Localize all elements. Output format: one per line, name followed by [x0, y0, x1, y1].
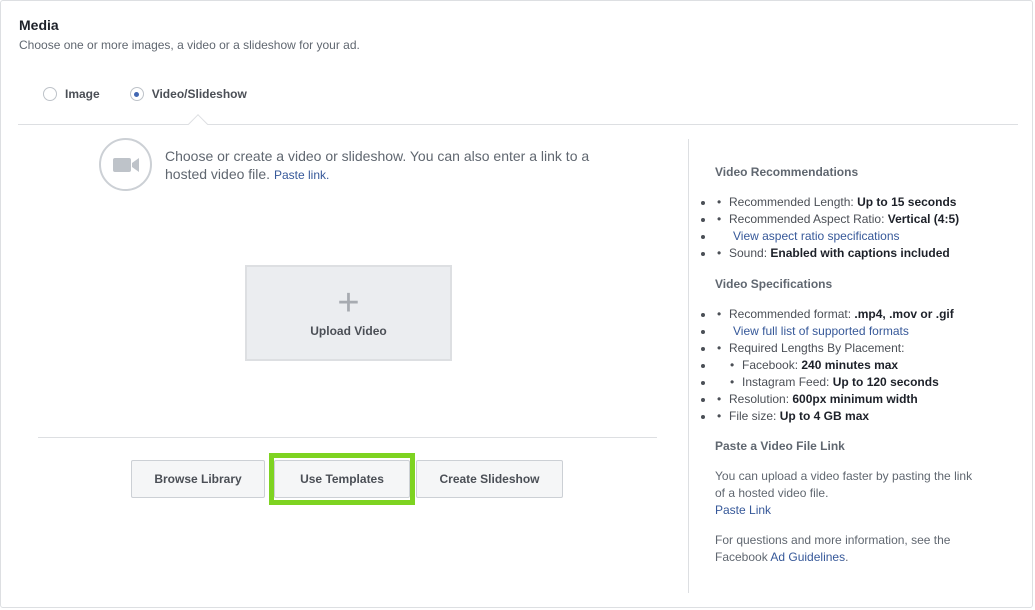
- browse-library-button[interactable]: Browse Library: [131, 460, 265, 498]
- specifications-list: Recommended format: .mp4, .mov or .gif V…: [715, 306, 954, 425]
- aspect-ratio-link[interactable]: View aspect ratio specifications: [733, 229, 900, 243]
- intro-text: Choose or create a video or slideshow. Y…: [165, 148, 590, 182]
- tab-pointer: [188, 114, 208, 134]
- radio-option-video-slideshow[interactable]: Video/Slideshow: [129, 87, 247, 101]
- radio-video-slideshow[interactable]: [129, 87, 144, 101]
- video-camera-icon: [99, 138, 152, 191]
- radio-image[interactable]: [43, 87, 57, 101]
- video-specifications-heading: Video Specifications: [715, 277, 833, 291]
- upload-video-button[interactable]: + Upload Video: [245, 265, 452, 361]
- list-item: Recommended Aspect Ratio: Vertical (4:5): [715, 211, 959, 228]
- list-item: Sound: Enabled with captions included: [715, 245, 959, 262]
- formats-link-item: View full list of supported formats: [715, 323, 954, 340]
- upload-video-label: Upload Video: [310, 324, 387, 338]
- video-intro: Choose or create a video or slideshow. Y…: [165, 147, 595, 184]
- list-item: Recommended Length: Up to 15 seconds: [715, 194, 959, 211]
- sidebar-divider: [688, 139, 689, 593]
- list-item: Required Lengths By Placement:: [715, 340, 954, 357]
- recommendations-list: Recommended Length: Up to 15 seconds Rec…: [715, 194, 959, 262]
- list-item: Instagram Feed: Up to 120 seconds: [715, 374, 954, 391]
- supported-formats-link[interactable]: View full list of supported formats: [733, 324, 909, 338]
- use-templates-button[interactable]: Use Templates: [274, 460, 410, 498]
- paste-video-link-text: You can upload a video faster by pasting…: [715, 469, 973, 517]
- media-card: Media Choose one or more images, a video…: [0, 0, 1033, 608]
- buttons-divider: [38, 437, 657, 438]
- tab-divider: [18, 124, 1018, 125]
- plus-icon: +: [337, 282, 360, 324]
- list-item: Resolution: 600px minimum width: [715, 391, 954, 408]
- create-slideshow-button[interactable]: Create Slideshow: [416, 460, 563, 498]
- paste-link-inline[interactable]: Paste link.: [274, 168, 329, 182]
- radio-image-label: Image: [65, 87, 100, 101]
- list-item: File size: Up to 4 GB max: [715, 408, 954, 425]
- list-item: Recommended format: .mp4, .mov or .gif: [715, 306, 954, 323]
- section-subtitle: Choose one or more images, a video or a …: [19, 38, 360, 52]
- aspect-ratio-link-item: View aspect ratio specifications: [715, 228, 959, 245]
- paste-video-link-heading: Paste a Video File Link: [715, 439, 845, 453]
- format-radio-group: Image Video/Slideshow: [43, 87, 277, 101]
- paste-link-button[interactable]: Paste Link: [715, 503, 771, 517]
- ad-guidelines-link[interactable]: Ad Guidelines: [770, 550, 845, 564]
- video-recommendations-heading: Video Recommendations: [715, 165, 859, 179]
- radio-option-image[interactable]: Image: [43, 87, 100, 101]
- section-title: Media: [19, 17, 59, 33]
- radio-video-slideshow-label: Video/Slideshow: [151, 87, 247, 101]
- list-item: Facebook: 240 minutes max: [715, 357, 954, 374]
- guidelines-text: For questions and more information, see …: [715, 533, 951, 564]
